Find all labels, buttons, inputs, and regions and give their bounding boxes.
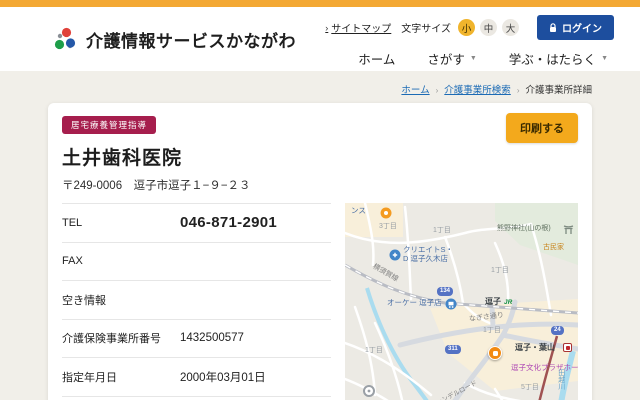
map-label-chome: 1丁目 (365, 347, 383, 355)
breadcrumb-separator: › (517, 86, 520, 95)
main-nav: ホーム さがす ▼ 学ぶ・はたらく ▼ (358, 49, 608, 68)
font-size-control: 文字サイズ 小 中 大 (401, 19, 519, 36)
map-label-partial-store: ンス (351, 207, 366, 215)
map-label-chome: 1丁目 (483, 327, 501, 335)
facility-detail-card: 居宅療養管理指導 印刷する 土井歯科医院 〒249-0006 逗子市逗子１−９−… (48, 103, 592, 400)
login-button[interactable]: ログイン (537, 15, 614, 40)
map-label-chome: 5丁目 (521, 384, 539, 392)
nav-search[interactable]: さがす ▼ (427, 49, 476, 68)
chevron-right-icon: › (325, 23, 328, 33)
map-label-ok-store: オーケー 逗子店 (387, 299, 442, 307)
map-label-kominka: 古民家 (543, 244, 564, 252)
nav-learn-work[interactable]: 学ぶ・はたらく ▼ (509, 49, 608, 68)
breadcrumb-separator: › (436, 86, 439, 95)
service-type-badge: 居宅療養管理指導 (62, 116, 156, 134)
detail-row-fax: FAX (62, 243, 331, 282)
nav-home-label: ホーム (358, 49, 395, 68)
facility-name: 土井歯科医院 (62, 143, 578, 170)
breadcrumb-home[interactable]: ホーム (401, 85, 429, 96)
site-title: 介護情報サービスかながわ (86, 27, 296, 52)
detail-label: 空き情報 (62, 292, 180, 308)
page: 介護情報サービスかながわ › サイトマップ 文字サイズ 小 中 大 (0, 0, 640, 400)
map-label-chome: 3丁目 (379, 223, 397, 231)
site-logo[interactable]: 介護情報サービスかながわ (52, 7, 296, 71)
breadcrumb: ホーム › 介護事業所検索 › 介護事業所詳細 (0, 71, 640, 96)
detail-label: TEL (62, 217, 180, 229)
nav-learn-work-label: 学ぶ・はたらく (509, 49, 596, 68)
print-button[interactable]: 印刷する (506, 113, 578, 143)
nav-search-label: さがす (427, 49, 465, 68)
map-label-bunka-plaza: 逗子文化プラザホー (511, 364, 578, 372)
map-label-chome: 1丁目 (433, 227, 451, 235)
nav-home[interactable]: ホーム (358, 49, 395, 68)
top-accent-bar (0, 0, 640, 7)
font-size-medium-button[interactable]: 中 (480, 19, 497, 36)
map-label-create-store: クリエイトS・ (403, 246, 453, 254)
detail-row-designation-date: 指定年月日 2000年03月01日 (62, 358, 331, 397)
map-label-zushi-station: 逗子 (485, 298, 501, 307)
font-size-small-button[interactable]: 小 (458, 19, 475, 36)
breadcrumb-current: 介護事業所詳細 (525, 85, 592, 96)
lock-icon (549, 23, 557, 33)
sitemap-label: サイトマップ (331, 20, 391, 35)
header-right: › サイトマップ 文字サイズ 小 中 大 ログイン (325, 7, 614, 71)
map-route-badge: 311 (445, 345, 461, 354)
login-label: ログイン (562, 20, 602, 35)
card-content: TEL 046-871-2901 FAX 空き情報 介護保険事業所番号 1432… (62, 203, 578, 400)
map-route-badge: 24 (551, 326, 564, 335)
site-header: 介護情報サービスかながわ › サイトマップ 文字サイズ 小 中 大 (0, 7, 640, 71)
keikyu-station-icon (563, 343, 572, 352)
logo-icon (52, 26, 78, 52)
jr-logo-icon: JR (504, 299, 512, 306)
detail-row-tel: TEL 046-871-2901 (62, 204, 331, 243)
detail-label: 指定年月日 (62, 369, 180, 385)
map-label-kumano-shrine: 熊野神社(山の根) (497, 225, 551, 233)
detail-row-office-number: 介護保険事業所番号 1432500577 (62, 320, 331, 359)
chevron-down-icon: ▼ (601, 55, 608, 62)
detail-row-availability: 空き情報 (62, 281, 331, 320)
detail-row-last-updated: 最終更新日 2025年09月18日 (62, 397, 331, 400)
map-label-zushi-hayama-station: 逗子・葉山 (515, 344, 555, 353)
font-size-label: 文字サイズ (401, 20, 451, 35)
map-route-badge: 134 (437, 287, 453, 296)
breadcrumb-facility-search[interactable]: 介護事業所検索 (444, 85, 511, 96)
facility-map-marker[interactable] (488, 346, 502, 360)
utility-row: › サイトマップ 文字サイズ 小 中 大 ログイン (325, 15, 614, 40)
detail-value: 2000年03月01日 (180, 369, 266, 385)
details-table: TEL 046-871-2901 FAX 空き情報 介護保険事業所番号 1432… (62, 203, 331, 400)
detail-value: 1432500577 (180, 332, 244, 344)
detail-label: FAX (62, 255, 180, 267)
chevron-down-icon: ▼ (470, 55, 477, 62)
sitemap-link[interactable]: › サイトマップ (325, 20, 391, 35)
map-embed[interactable]: ンス 3丁目 1丁目 熊野神社(山の根) 古民家 クリエイトS・ D 逗子久木店… (345, 203, 578, 400)
map-label-create-store: D 逗子久木店 (403, 255, 448, 263)
font-size-large-button[interactable]: 大 (502, 19, 519, 36)
detail-label: 介護保険事業所番号 (62, 330, 180, 346)
map-label-chome: 1丁目 (491, 267, 509, 275)
detail-value-tel: 046-871-2901 (180, 214, 277, 231)
map-label-tagoe-river: 田越川 (557, 369, 565, 390)
facility-address: 〒249-0006 逗子市逗子１−９−２３ (62, 177, 578, 193)
